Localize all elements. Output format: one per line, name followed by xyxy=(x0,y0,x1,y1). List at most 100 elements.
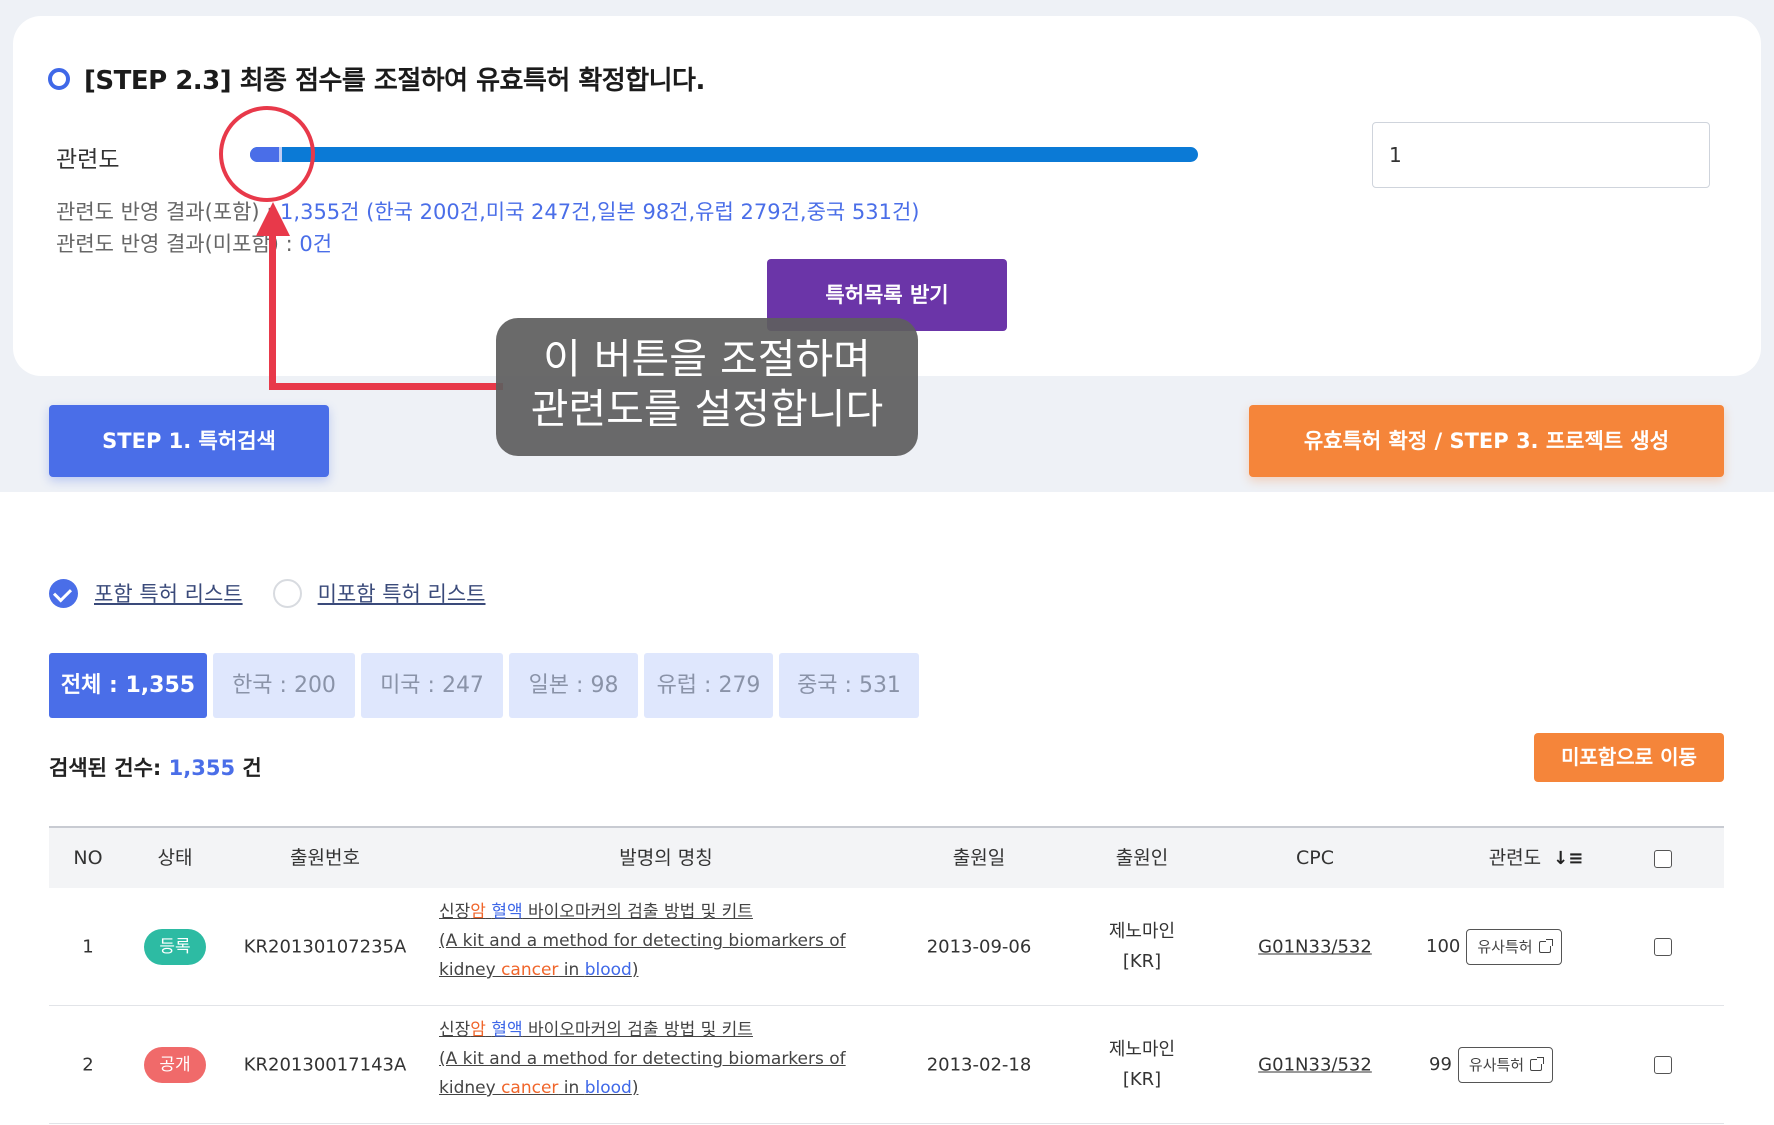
row-applicant: 제노마인 [KR] xyxy=(1109,917,1175,977)
row-app-no: KR20130017143A xyxy=(243,1054,407,1075)
annotation-arrow-head xyxy=(256,202,290,236)
search-count-unit: 건 xyxy=(235,756,262,780)
circle-bullet-icon xyxy=(48,67,70,90)
similar-patent-label: 유사특허 xyxy=(1477,937,1533,956)
row-app-no: KR20130107235A xyxy=(243,936,407,957)
similar-patent-label: 유사특허 xyxy=(1468,1055,1525,1074)
title-en-part: kidney xyxy=(439,1078,502,1098)
title-en-line: (A kit and a method for detecting biomar… xyxy=(439,1049,846,1069)
title-en-part: kidney xyxy=(439,960,502,980)
result-included-label: 관련도 반영 결과(포함) : xyxy=(56,200,281,224)
relevance-slider-track[interactable] xyxy=(250,147,1198,162)
similar-patent-button[interactable]: 유사특허 xyxy=(1457,1046,1554,1083)
header-cpc: CPC xyxy=(1296,847,1334,869)
annotation-tooltip: 이 버튼을 조절하며 관련도를 설정합니다 xyxy=(496,318,918,456)
external-link-icon xyxy=(1538,938,1553,953)
tab-europe[interactable]: 유럽 : 279 xyxy=(644,653,773,718)
title-en-part: in xyxy=(558,960,585,980)
header-applicant: 출원인 xyxy=(1115,847,1169,869)
table-row: 1 등록 KR20130107235A 신장암 혈액 바이오마커의 검출 방법 … xyxy=(49,888,1724,1006)
annotation-circle xyxy=(219,106,315,202)
title-en-part: in xyxy=(558,1078,585,1098)
step3-create-project-button[interactable]: 유효특허 확정 / STEP 3. 프로젝트 생성 xyxy=(1249,405,1724,477)
row-date: 2013-02-18 xyxy=(926,1054,1032,1075)
title-ko-keyword: 혈액 xyxy=(491,1020,523,1040)
applicant-name: 제노마인 xyxy=(1108,1038,1176,1060)
header-app-no: 출원번호 xyxy=(290,847,360,869)
tab-japan[interactable]: 일본 : 98 xyxy=(509,653,638,718)
title-ko-keyword: 암 xyxy=(470,1020,486,1040)
relevance-score: 99 xyxy=(1429,1054,1452,1075)
row-no: 2 xyxy=(82,1054,94,1075)
tab-korea[interactable]: 한국 : 200 xyxy=(213,653,355,718)
search-count-label: 검색된 건수: xyxy=(49,756,169,780)
tab-china[interactable]: 중국 : 531 xyxy=(779,653,919,718)
row-relevance: 99 유사특허 xyxy=(1429,1046,1554,1083)
move-to-excluded-button[interactable]: 미포함으로 이동 xyxy=(1534,733,1724,782)
patent-table: NO 상태 출원번호 발명의 명칭 출원일 출원인 CPC 관련도 ↓≡ 1 등록… xyxy=(49,826,1724,1124)
row-no: 1 xyxy=(82,936,94,957)
title-ko-part: 바이오마커의 검출 방법 및 키트 xyxy=(522,902,753,922)
title-en-keyword: cancer xyxy=(501,960,559,980)
relevance-score: 100 xyxy=(1426,936,1461,957)
title-ko-part: 신장 xyxy=(439,902,471,922)
annotation-arrow-horizontal xyxy=(269,383,503,390)
table-row: 2 공개 KR20130017143A 신장암 혈액 바이오마커의 검출 방법 … xyxy=(49,1006,1724,1124)
relevance-value-input[interactable]: 1 xyxy=(1372,122,1710,188)
tooltip-line-1: 이 버튼을 조절하며 xyxy=(543,335,871,383)
row-relevance: 100 유사특허 xyxy=(1426,928,1562,965)
status-badge: 공개 xyxy=(144,1046,206,1083)
country-tabs: 전체 : 1,355 한국 : 200 미국 : 247 일본 : 98 유럽 … xyxy=(49,653,925,718)
external-link-icon xyxy=(1530,1056,1545,1071)
relevance-label: 관련도 xyxy=(56,147,120,173)
title-ko-keyword: 혈액 xyxy=(491,902,523,922)
title-ko-keyword: 암 xyxy=(470,902,486,922)
header-title: 발명의 명칭 xyxy=(619,847,713,869)
step1-search-button[interactable]: STEP 1. 특허검색 xyxy=(49,405,329,477)
title-ko-part: 바이오마커의 검출 방법 및 키트 xyxy=(522,1020,753,1040)
included-list-label[interactable]: 포함 특허 리스트 xyxy=(94,578,243,608)
applicant-name: 제노마인 xyxy=(1108,920,1176,942)
search-count-value: 1,355 xyxy=(168,756,236,780)
select-all-checkbox[interactable] xyxy=(1654,850,1672,868)
result-excluded-value: 0건 xyxy=(299,232,333,256)
row-cpc-link[interactable]: G01N33/532 xyxy=(1258,1054,1372,1075)
header-status: 상태 xyxy=(157,847,193,869)
title-en-part: ) xyxy=(631,1078,639,1098)
title-en-keyword: blood xyxy=(584,960,632,980)
title-en-keyword: blood xyxy=(584,1078,632,1098)
row-applicant: 제노마인 [KR] xyxy=(1109,1035,1175,1095)
similar-patent-button[interactable]: 유사특허 xyxy=(1466,928,1562,965)
title-ko-part: 신장 xyxy=(439,1020,471,1040)
tab-usa[interactable]: 미국 : 247 xyxy=(361,653,503,718)
annotation-arrow-vertical xyxy=(269,230,276,390)
table-header: NO 상태 출원번호 발명의 명칭 출원일 출원인 CPC 관련도 ↓≡ xyxy=(49,826,1724,888)
title-en-keyword: cancer xyxy=(501,1078,559,1098)
header-relevance[interactable]: 관련도 ↓≡ xyxy=(1489,828,1584,889)
row-title-link[interactable]: 신장암 혈액 바이오마커의 검출 방법 및 키트 (A kit and a me… xyxy=(439,1016,846,1103)
list-toggle: 포함 특허 리스트 미포함 특허 리스트 xyxy=(49,578,486,608)
header-select-all[interactable] xyxy=(1654,850,1672,868)
row-title-link[interactable]: 신장암 혈액 바이오마커의 검출 방법 및 키트 (A kit and a me… xyxy=(439,898,846,985)
tab-all[interactable]: 전체 : 1,355 xyxy=(49,653,207,718)
step-title: [STEP 2.3] 최종 점수를 조절하여 유효특허 확정합니다. xyxy=(48,60,705,97)
title-en-part: ) xyxy=(631,960,639,980)
row-cpc-link[interactable]: G01N33/532 xyxy=(1258,936,1372,957)
header-date: 출원일 xyxy=(952,847,1006,869)
row-checkbox[interactable] xyxy=(1654,937,1672,956)
step-title-text: [STEP 2.3] 최종 점수를 조절하여 유효특허 확정합니다. xyxy=(84,66,705,96)
included-list-radio[interactable] xyxy=(49,578,78,608)
title-en-line: (A kit and a method for detecting biomar… xyxy=(439,931,846,951)
applicant-country: [KR] xyxy=(1122,950,1162,972)
excluded-list-label[interactable]: 미포함 특허 리스트 xyxy=(318,578,486,608)
row-date: 2013-09-06 xyxy=(926,936,1032,957)
applicant-country: [KR] xyxy=(1122,1068,1162,1090)
excluded-list-radio[interactable] xyxy=(272,578,302,608)
result-excluded: 관련도 반영 결과(미포함) : 0건 xyxy=(56,228,332,258)
status-badge: 등록 xyxy=(144,928,206,965)
header-relevance-label: 관련도 xyxy=(1488,847,1542,869)
sort-desc-icon[interactable]: ↓≡ xyxy=(1553,829,1583,889)
result-included-value: 1,355건 (한국 200건,미국 247건,일본 98건,유럽 279건,중… xyxy=(280,200,920,224)
row-checkbox[interactable] xyxy=(1654,1055,1672,1074)
tooltip-line-2: 관련도를 설정합니다 xyxy=(530,385,884,433)
